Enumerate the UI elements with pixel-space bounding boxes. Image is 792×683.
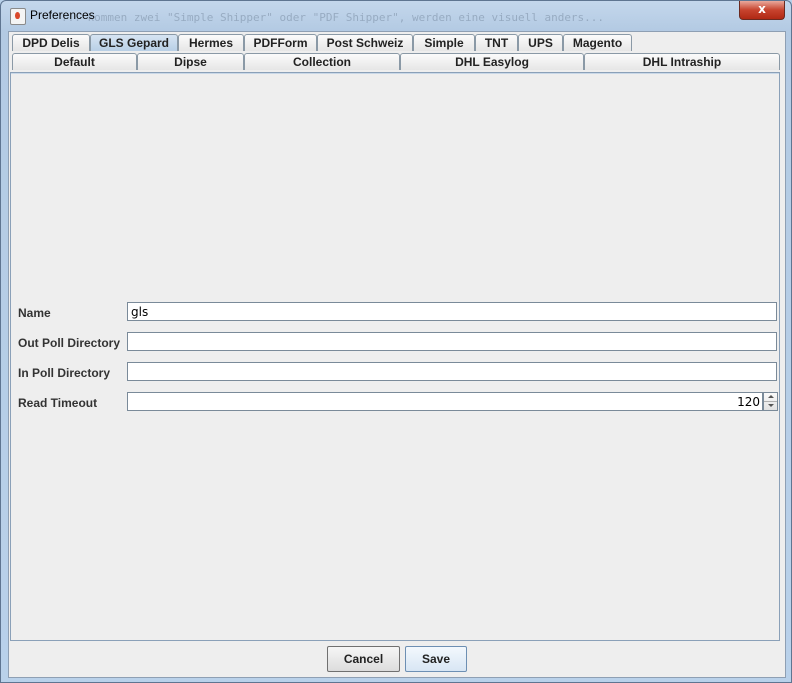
read-timeout-label: Read Timeout [18,396,98,410]
tab-ups[interactable]: UPS [518,34,563,51]
tab-post-schweiz[interactable]: Post Schweiz [317,34,413,51]
java-app-icon [10,8,26,25]
tab-row-bottom: Default Dipse Collection DHL Easylog DHL… [12,53,782,71]
close-button[interactable]: x [739,1,785,20]
tab-collection[interactable]: Collection [244,53,400,70]
tab-content-panel: Name Out Poll Directory In Poll Director… [10,72,780,641]
tab-pdfform[interactable]: PDFForm [244,34,317,51]
tab-dipse[interactable]: Dipse [137,53,244,70]
tab-gls-gepard[interactable]: GLS Gepard [90,34,178,51]
out-poll-directory-input[interactable] [127,332,777,351]
spinner-down-arrow-icon[interactable] [764,402,777,410]
name-label: Name [18,306,51,320]
name-input[interactable] [127,302,777,321]
title-bar[interactable]: ... kommen zwei "Simple Shipper" oder "P… [1,1,791,31]
read-timeout-spinner [763,392,778,411]
tab-row-top: DPD Delis GLS Gepard Hermes PDFForm Post… [12,34,782,52]
out-poll-directory-label: Out Poll Directory [18,336,121,350]
read-timeout-input[interactable] [127,392,763,411]
preferences-window: ... kommen zwei "Simple Shipper" oder "P… [0,0,792,683]
in-poll-directory-input[interactable] [127,362,777,381]
tab-default[interactable]: Default [12,53,137,70]
in-poll-directory-label: In Poll Directory [18,366,111,380]
client-area: DPD Delis GLS Gepard Hermes PDFForm Post… [8,31,786,678]
window-title: Preferences [30,8,95,22]
background-window-text: ... kommen zwei "Simple Shipper" oder "P… [61,11,605,24]
tab-magento[interactable]: Magento [563,34,632,51]
tab-hermes[interactable]: Hermes [178,34,244,51]
tab-dpd-delis[interactable]: DPD Delis [12,34,90,51]
save-button[interactable]: Save [405,646,467,672]
spinner-up-arrow-icon[interactable] [764,393,777,402]
tab-tnt[interactable]: TNT [475,34,518,51]
tab-simple[interactable]: Simple [413,34,475,51]
tab-dhl-intraship[interactable]: DHL Intraship [584,53,780,70]
cancel-button[interactable]: Cancel [327,646,400,672]
tab-dhl-easylog[interactable]: DHL Easylog [400,53,584,70]
